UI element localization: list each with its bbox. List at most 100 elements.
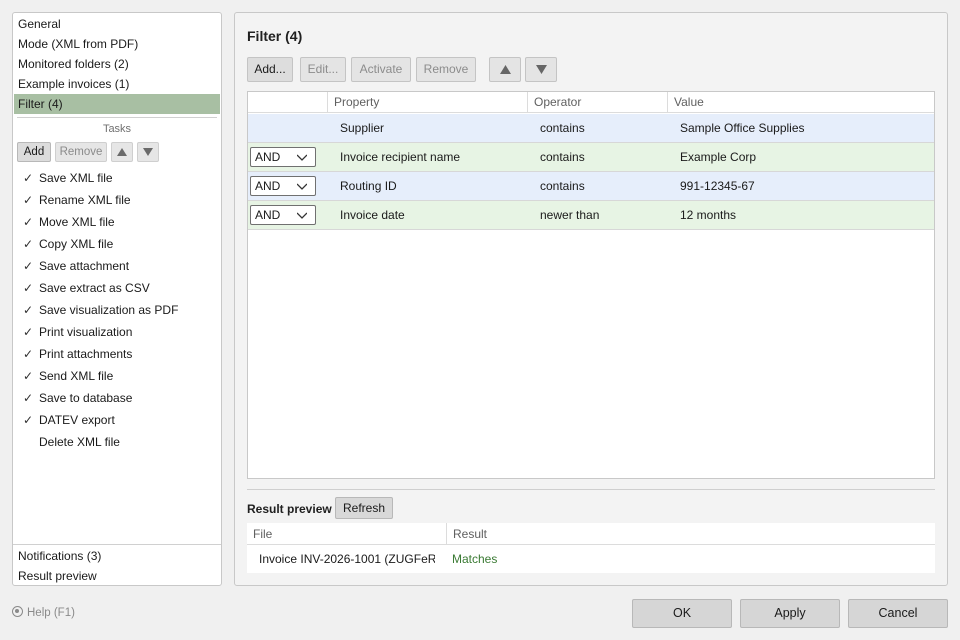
settings-navigation-panel: General Mode (XML from PDF) Monitored fo… (12, 12, 222, 586)
row-operator: contains (540, 179, 585, 193)
logic-operator-select[interactable]: AND (250, 147, 316, 167)
filter-row[interactable]: AND Routing ID contains 991-12345-67 (248, 172, 934, 201)
logic-operator-select[interactable]: AND (250, 176, 316, 196)
nav-item-label: General (18, 17, 61, 31)
move-filter-down-button[interactable] (525, 57, 557, 82)
result-preview-label: Result preview (247, 502, 332, 516)
column-header-value[interactable]: Value (668, 92, 934, 113)
move-filter-up-button[interactable] (489, 57, 521, 82)
task-copy-xml-file[interactable]: ✓ Copy XML file (23, 234, 113, 254)
remove-task-button[interactable]: Remove (55, 142, 107, 162)
page-title: Filter (4) (247, 28, 303, 44)
triangle-up-icon (499, 65, 511, 74)
task-label: Save visualization as PDF (39, 303, 179, 317)
task-print-visualization[interactable]: ✓ Print visualization (23, 322, 132, 342)
task-label: Move XML file (39, 215, 115, 229)
filter-row[interactable]: AND Invoice recipient name contains Exam… (248, 143, 934, 172)
checkmark-icon: ✓ (23, 391, 34, 405)
task-move-xml-file[interactable]: ✓ Move XML file (23, 212, 115, 232)
checkmark-icon: ✓ (23, 259, 34, 273)
task-label: Rename XML file (39, 193, 131, 207)
refresh-button[interactable]: Refresh (335, 497, 393, 519)
task-label: Print attachments (39, 347, 133, 361)
result-file-cell[interactable]: Invoice INV-2026-1001 (ZUGFeRD (259, 546, 435, 572)
nav-item-example-invoices[interactable]: Example invoices (1) (14, 74, 220, 94)
row-operator: contains (540, 121, 585, 135)
checkmark-icon: ✓ (23, 303, 34, 317)
activate-filter-button[interactable]: Activate (351, 57, 411, 82)
result-preview-divider (247, 489, 935, 490)
nav-item-general[interactable]: General (14, 14, 220, 34)
nav-item-notifications[interactable]: Notifications (3) (14, 546, 220, 566)
nav-item-label: Filter (4) (18, 97, 63, 111)
add-filter-button[interactable]: Add... (247, 57, 293, 82)
help-icon (12, 606, 23, 617)
row-property: Routing ID (340, 179, 397, 193)
filter-panel: Filter (4) Add... Edit... Activate Remov… (234, 12, 948, 586)
row-value: Sample Office Supplies (680, 121, 805, 135)
ok-button[interactable]: OK (632, 599, 732, 628)
nav-item-label: Notifications (3) (18, 549, 102, 563)
task-label: Print visualization (39, 325, 133, 339)
tasks-divider (17, 117, 217, 118)
checkmark-icon: ✓ (23, 347, 34, 361)
checkmark-icon: ✓ (23, 193, 34, 207)
edit-filter-button[interactable]: Edit... (300, 57, 346, 82)
help-link[interactable]: Help (F1) (12, 605, 75, 621)
nav-item-mode[interactable]: Mode (XML from PDF) (14, 34, 220, 54)
nav-item-result-preview[interactable]: Result preview (14, 566, 220, 586)
nav-item-filter[interactable]: Filter (4) (14, 94, 220, 114)
move-task-down-button[interactable] (137, 142, 159, 162)
task-datev-export[interactable]: ✓ DATEV export (23, 410, 115, 430)
task-save-extract-csv[interactable]: ✓ Save extract as CSV (23, 278, 150, 298)
move-task-up-button[interactable] (111, 142, 133, 162)
task-label: Delete XML file (39, 435, 120, 449)
chevron-down-icon (297, 212, 307, 219)
logic-value: AND (255, 150, 281, 164)
nav-item-monitored-folders[interactable]: Monitored folders (2) (14, 54, 220, 74)
checkmark-icon: ✓ (23, 171, 34, 185)
task-save-visualization-pdf[interactable]: ✓ Save visualization as PDF (23, 300, 178, 320)
tasks-header: Tasks (102, 123, 132, 135)
chevron-down-icon (297, 183, 307, 190)
cancel-button[interactable]: Cancel (848, 599, 948, 628)
column-header-file[interactable]: File (247, 523, 447, 545)
logic-value: AND (255, 179, 281, 193)
nav-item-label: Monitored folders (2) (18, 57, 129, 71)
column-header-logic (248, 92, 328, 113)
checkmark-icon: ✓ (23, 215, 34, 229)
task-label: Save to database (39, 391, 133, 405)
help-label: Help (F1) (27, 607, 75, 619)
task-rename-xml-file[interactable]: ✓ Rename XML file (23, 190, 131, 210)
task-delete-xml-file[interactable]: Delete XML file (23, 432, 120, 452)
column-header-result[interactable]: Result (447, 523, 935, 545)
logic-operator-select[interactable]: AND (250, 205, 316, 225)
row-property: Supplier (340, 121, 385, 135)
column-header-operator[interactable]: Operator (528, 92, 668, 113)
triangle-up-icon (117, 148, 127, 156)
add-task-button[interactable]: Add (17, 142, 51, 162)
task-label: Copy XML file (39, 237, 114, 251)
filter-row[interactable]: Supplier contains Sample Office Supplies (248, 114, 934, 143)
nav-item-label: Example invoices (1) (18, 77, 130, 91)
task-print-attachments[interactable]: ✓ Print attachments (23, 344, 132, 364)
task-label: Send XML file (39, 369, 114, 383)
row-operator: contains (540, 150, 585, 164)
task-save-attachment[interactable]: ✓ Save attachment (23, 256, 129, 276)
row-value: Example Corp (680, 150, 757, 164)
filter-row[interactable]: AND Invoice date newer than 12 months (248, 201, 934, 230)
filter-grid: Property Operator Value Supplier contain… (247, 91, 935, 479)
nav-item-label: Mode (XML from PDF) (18, 37, 139, 51)
logic-value: AND (255, 208, 281, 222)
apply-button[interactable]: Apply (740, 599, 840, 628)
result-status-cell: Matches (452, 552, 498, 566)
task-save-xml-file[interactable]: ✓ Save XML file (23, 168, 113, 188)
row-operator: newer than (540, 208, 600, 222)
task-send-xml-file[interactable]: ✓ Send XML file (23, 366, 113, 386)
task-save-to-database[interactable]: ✓ Save to database (23, 388, 132, 408)
checkmark-icon: ✓ (23, 413, 34, 427)
chevron-down-icon (297, 154, 307, 161)
column-header-property[interactable]: Property (328, 92, 528, 113)
checkmark-icon: ✓ (23, 369, 34, 383)
remove-filter-button[interactable]: Remove (416, 57, 476, 82)
